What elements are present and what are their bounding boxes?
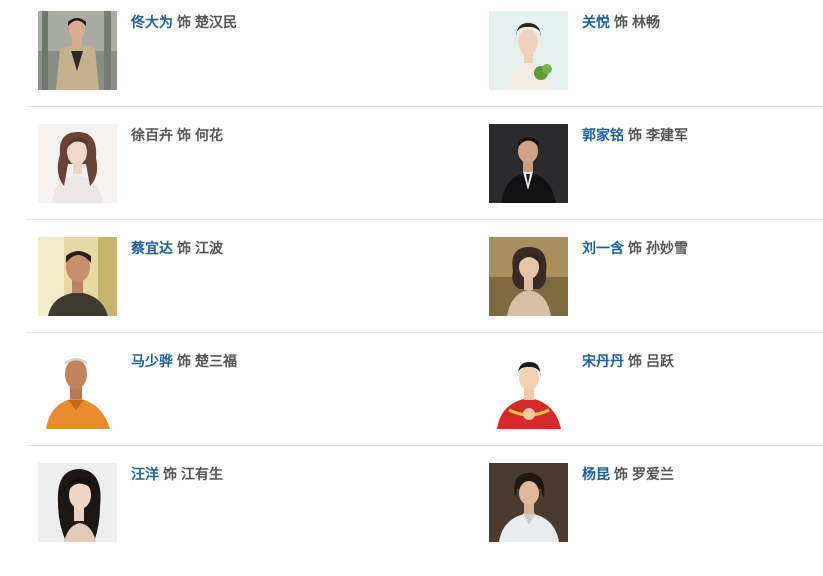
separator-text: 饰 bbox=[177, 354, 191, 370]
row-divider bbox=[26, 332, 823, 333]
cast-item-xu-baihui: 徐百卉饰何花 bbox=[38, 124, 378, 214]
row-divider bbox=[26, 219, 823, 220]
role-name: 罗爱兰 bbox=[632, 467, 674, 483]
actor-photo[interactable] bbox=[38, 11, 117, 90]
cast-caption: 关悦饰林畅 bbox=[582, 14, 660, 32]
cast-row: 马少骅饰楚三福 宋丹丹饰吕跃 bbox=[26, 350, 823, 463]
separator-text: 饰 bbox=[628, 354, 642, 370]
cast-item-ma-shaohua: 马少骅饰楚三福 bbox=[38, 350, 378, 440]
cast-caption: 刘一含饰孙妙雪 bbox=[582, 240, 688, 258]
cast-row: 徐百卉饰何花 郭家铭饰李建军 bbox=[26, 124, 823, 237]
separator-text: 饰 bbox=[628, 128, 642, 144]
separator-text: 饰 bbox=[614, 467, 628, 483]
cast-list: 佟大为饰楚汉民 关悦饰林畅 徐百卉饰何花 郭家铭饰李建军 蔡宜达 饰 江波 刘一… bbox=[0, 0, 823, 555]
role-name: 楚汉民 bbox=[195, 15, 237, 31]
cast-row: 佟大为饰楚汉民 关悦饰林畅 bbox=[26, 11, 823, 124]
row-divider bbox=[26, 106, 823, 107]
cast-item-tong-dawei: 佟大为饰楚汉民 bbox=[38, 11, 378, 101]
actor-name-link[interactable]: 蔡宜达 bbox=[131, 241, 173, 257]
cast-item-guo-jiaming: 郭家铭饰李建军 bbox=[489, 124, 823, 214]
actor-photo[interactable] bbox=[38, 463, 117, 542]
actor-name-link[interactable]: 马少骅 bbox=[131, 354, 173, 370]
cast-caption: 马少骅饰楚三福 bbox=[131, 353, 237, 371]
actor-name-link[interactable]: 关悦 bbox=[582, 15, 610, 31]
cast-caption: 汪洋饰江有生 bbox=[131, 466, 223, 484]
cast-row: 汪洋饰江有生 杨昆饰罗爱兰 bbox=[26, 463, 823, 576]
role-name: 江波 bbox=[195, 241, 223, 257]
separator-text: 饰 bbox=[177, 15, 191, 31]
actor-photo[interactable] bbox=[38, 350, 117, 429]
cast-row: 蔡宜达饰江波 刘一含饰孙妙雪 bbox=[26, 237, 823, 350]
actor-name-link[interactable]: 佟大为 bbox=[131, 15, 173, 31]
separator-text: 饰 bbox=[177, 241, 191, 257]
cast-caption: 佟大为饰楚汉民 bbox=[131, 14, 237, 32]
actor-photo[interactable] bbox=[489, 350, 568, 429]
actor-name-link[interactable]: 刘一含 bbox=[582, 241, 624, 257]
actor-name-link[interactable]: 杨昆 bbox=[582, 467, 610, 483]
separator-text: 饰 bbox=[628, 241, 642, 257]
cast-caption: 宋丹丹饰吕跃 bbox=[582, 353, 674, 371]
role-name: 孙妙雪 bbox=[646, 241, 688, 257]
actor-photo[interactable] bbox=[38, 237, 117, 316]
cast-item-song-dandan: 宋丹丹饰吕跃 bbox=[489, 350, 823, 440]
cast-item-liu-yihan: 刘一含饰孙妙雪 bbox=[489, 237, 823, 327]
actor-name-link[interactable]: 汪洋 bbox=[131, 467, 159, 483]
separator-text: 饰 bbox=[614, 15, 628, 31]
separator-text: 饰 bbox=[177, 128, 191, 144]
actor-photo[interactable] bbox=[38, 124, 117, 203]
cast-item-guan-yue: 关悦饰林畅 bbox=[489, 11, 823, 101]
role-name: 李建军 bbox=[646, 128, 688, 144]
actor-name: 徐百卉 bbox=[131, 128, 173, 144]
role-name: 吕跃 bbox=[646, 354, 674, 370]
cast-item-wang-yang: 汪洋饰江有生 bbox=[38, 463, 378, 553]
actor-photo[interactable] bbox=[489, 237, 568, 316]
actor-photo[interactable] bbox=[489, 124, 568, 203]
cast-caption: 蔡宜达饰江波 bbox=[131, 240, 223, 258]
cast-caption: 杨昆饰罗爱兰 bbox=[582, 466, 674, 484]
cast-item-cai-yida: 蔡宜达饰江波 bbox=[38, 237, 378, 327]
role-name: 江有生 bbox=[181, 467, 223, 483]
actor-photo[interactable] bbox=[489, 11, 568, 90]
cast-caption: 郭家铭饰李建军 bbox=[582, 127, 688, 145]
actor-name-link[interactable]: 宋丹丹 bbox=[582, 354, 624, 370]
row-divider bbox=[26, 445, 823, 446]
role-name: 何花 bbox=[195, 128, 223, 144]
actor-photo[interactable] bbox=[489, 463, 568, 542]
separator-text: 饰 bbox=[163, 467, 177, 483]
role-name: 林畅 bbox=[632, 15, 660, 31]
cast-item-yang-kun: 杨昆饰罗爱兰 bbox=[489, 463, 823, 553]
role-name: 楚三福 bbox=[195, 354, 237, 370]
actor-name-link[interactable]: 郭家铭 bbox=[582, 128, 624, 144]
cast-caption: 徐百卉饰何花 bbox=[131, 127, 223, 145]
